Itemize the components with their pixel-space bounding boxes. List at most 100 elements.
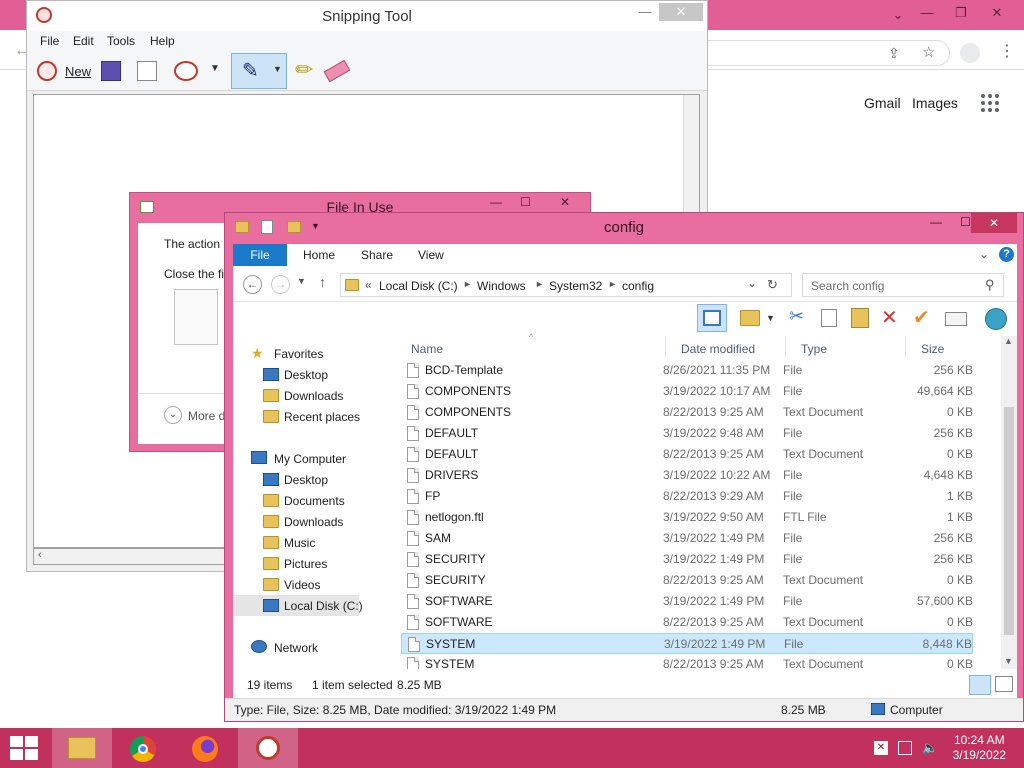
clock[interactable]: 10:24 AM 3/19/2022 bbox=[953, 733, 1006, 763]
nav-favorites-downloads[interactable]: Downloads bbox=[284, 389, 343, 403]
file-row[interactable]: SECURITY 3/19/2022 1:49 PM File 256 KB bbox=[401, 549, 973, 570]
volume-muted-icon[interactable]: 🔈 bbox=[922, 740, 938, 756]
nav-downloads[interactable]: Downloads bbox=[284, 515, 343, 529]
tab-view[interactable]: View bbox=[418, 248, 444, 262]
nav-pictures[interactable]: Pictures bbox=[284, 557, 327, 571]
maximize-button[interactable]: ☐ bbox=[960, 215, 971, 229]
large-icons-view-icon[interactable] bbox=[995, 676, 1013, 692]
copy-icon[interactable] bbox=[821, 309, 837, 327]
google-apps-icon[interactable] bbox=[981, 94, 999, 112]
nav-my-computer[interactable]: My Computer bbox=[274, 452, 346, 466]
close-button[interactable]: ✕ bbox=[971, 213, 1017, 233]
send-dropdown-icon[interactable]: ▼ bbox=[210, 63, 220, 74]
breadcrumb-system32[interactable]: System32 bbox=[549, 279, 602, 293]
organize-dropdown-icon[interactable]: ▼ bbox=[766, 313, 775, 323]
menu-tools[interactable]: Tools bbox=[107, 34, 135, 48]
file-row[interactable]: DEFAULT 8/22/2013 9:25 AM Text Document 0 K… bbox=[401, 444, 973, 465]
cut-icon[interactable]: ✂ bbox=[789, 306, 804, 327]
nav-favorites[interactable]: Favorites bbox=[274, 347, 323, 361]
ribbon-expand-icon[interactable]: ⌄ bbox=[979, 247, 989, 261]
file-row[interactable]: DEFAULT 3/19/2022 9:48 AM File 256 KB bbox=[401, 423, 973, 444]
breadcrumb-local-disk[interactable]: Local Disk (C:) bbox=[379, 279, 458, 293]
address-dropdown-icon[interactable]: ⌄ bbox=[747, 276, 757, 290]
file-row[interactable]: SOFTWARE 3/19/2022 1:49 PM File 57,600 KB bbox=[401, 591, 973, 612]
share-icon[interactable]: ⇪ bbox=[888, 45, 900, 62]
rename-icon[interactable] bbox=[945, 312, 967, 326]
file-row[interactable]: SECURITY 8/22/2013 9:25 AM Text Document 0 … bbox=[401, 570, 973, 591]
search-box[interactable]: Search config ⚲ bbox=[802, 273, 1004, 297]
taskbar-file-explorer[interactable] bbox=[52, 728, 112, 768]
tab-home[interactable]: Home bbox=[303, 248, 335, 262]
dialog-maximize-icon[interactable]: ☐ bbox=[520, 195, 531, 209]
network-tray-icon[interactable] bbox=[898, 741, 912, 755]
minimize-button[interactable]: — bbox=[930, 215, 942, 229]
overflow-icon[interactable]: « bbox=[365, 278, 372, 292]
nav-music[interactable]: Music bbox=[284, 536, 315, 550]
check-icon[interactable]: ✔ bbox=[913, 305, 930, 330]
forward-button[interactable]: → bbox=[271, 275, 290, 294]
nav-desktop[interactable]: Desktop bbox=[284, 473, 328, 487]
tab-share[interactable]: Share bbox=[361, 248, 393, 262]
close-icon[interactable]: ✕ bbox=[984, 2, 1010, 24]
menu-file[interactable]: File bbox=[40, 34, 59, 48]
column-size[interactable]: Size bbox=[921, 342, 944, 356]
file-row[interactable]: SAM 3/19/2022 1:49 PM File 256 KB bbox=[401, 528, 973, 549]
recent-locations-icon[interactable]: ▼ bbox=[297, 276, 306, 286]
globe-icon[interactable] bbox=[985, 308, 1007, 330]
back-button[interactable]: ← bbox=[243, 275, 262, 294]
nav-videos[interactable]: Videos bbox=[284, 578, 320, 592]
eraser-icon[interactable] bbox=[323, 59, 351, 83]
file-row[interactable]: BCD-Template 8/26/2021 11:35 PM File 256 KB bbox=[401, 360, 973, 381]
restore-icon[interactable]: ❐ bbox=[948, 2, 974, 24]
file-row[interactable]: COMPONENTS 3/19/2022 10:17 AM File 49,664 K… bbox=[401, 381, 973, 402]
gmail-link[interactable]: Gmail bbox=[864, 95, 901, 111]
images-link[interactable]: Images bbox=[912, 95, 958, 111]
up-button[interactable]: ↑ bbox=[319, 274, 326, 290]
chevron-down-icon[interactable]: ⌄ bbox=[885, 4, 911, 26]
column-type[interactable]: Type bbox=[801, 342, 827, 356]
nav-local-disk[interactable]: Local Disk (C:) bbox=[284, 599, 363, 613]
vertical-scrollbar[interactable]: ▲ ▼ bbox=[1001, 336, 1017, 669]
file-row[interactable]: netlogon.ftl 3/19/2022 9:50 AM FTL File 1 K… bbox=[401, 507, 973, 528]
help-icon[interactable]: ? bbox=[999, 247, 1014, 262]
expand-details-icon[interactable]: ⌄ bbox=[164, 406, 182, 424]
pen-button[interactable]: ✎ ▼ bbox=[231, 53, 287, 89]
chevron-right-icon[interactable]: ► bbox=[535, 279, 544, 289]
dialog-minimize-icon[interactable]: — bbox=[490, 195, 502, 209]
delete-icon[interactable]: ✕ bbox=[881, 305, 898, 330]
file-row[interactable]: DRIVERS 3/19/2022 10:22 AM File 4,648 KB bbox=[401, 465, 973, 486]
nav-documents[interactable]: Documents bbox=[284, 494, 345, 508]
start-button[interactable] bbox=[10, 736, 38, 760]
highlighter-icon[interactable]: ✏ bbox=[295, 57, 313, 83]
preview-pane-button[interactable] bbox=[697, 304, 727, 332]
profile-avatar[interactable] bbox=[960, 43, 980, 63]
nav-network[interactable]: Network bbox=[274, 641, 318, 655]
details-view-icon[interactable] bbox=[969, 675, 991, 695]
taskbar-snipping-tool[interactable] bbox=[238, 728, 298, 768]
column-date[interactable]: Date modified bbox=[681, 342, 755, 356]
nav-favorites-desktop[interactable]: Desktop bbox=[284, 368, 328, 382]
tab-file[interactable]: File bbox=[233, 244, 287, 266]
refresh-icon[interactable]: ↻ bbox=[767, 277, 778, 293]
scroll-down-icon[interactable]: ▼ bbox=[1004, 656, 1013, 666]
file-row[interactable]: FP 8/22/2013 9:29 AM File 1 KB bbox=[401, 486, 973, 507]
chevron-right-icon[interactable]: ► bbox=[608, 279, 617, 289]
new-snip-button[interactable]: New bbox=[37, 59, 97, 83]
scroll-left-icon[interactable]: ‹ bbox=[38, 549, 42, 561]
file-row[interactable]: SOFTWARE 8/22/2013 9:25 AM Text Document 0 … bbox=[401, 612, 973, 633]
taskbar-chrome[interactable] bbox=[114, 728, 174, 768]
chrome-menu-icon[interactable]: ⋮ bbox=[999, 41, 1015, 61]
paste-icon[interactable] bbox=[851, 308, 869, 328]
copy-icon[interactable] bbox=[137, 61, 157, 81]
address-bar[interactable]: « Local Disk (C:) ► Windows ► System32 ►… bbox=[340, 273, 792, 297]
new-folder-icon[interactable] bbox=[740, 310, 760, 326]
minimize-button[interactable]: — bbox=[631, 3, 659, 21]
send-snip-icon[interactable] bbox=[174, 61, 198, 81]
menu-edit[interactable]: Edit bbox=[73, 34, 94, 48]
column-name[interactable]: Name bbox=[411, 342, 443, 356]
more-details-link[interactable]: More d bbox=[188, 409, 225, 423]
bookmark-star-icon[interactable]: ☆ bbox=[922, 43, 935, 61]
menu-help[interactable]: Help bbox=[150, 34, 175, 48]
chevron-right-icon[interactable]: ► bbox=[463, 279, 472, 289]
close-button[interactable]: ✕ bbox=[659, 3, 703, 21]
